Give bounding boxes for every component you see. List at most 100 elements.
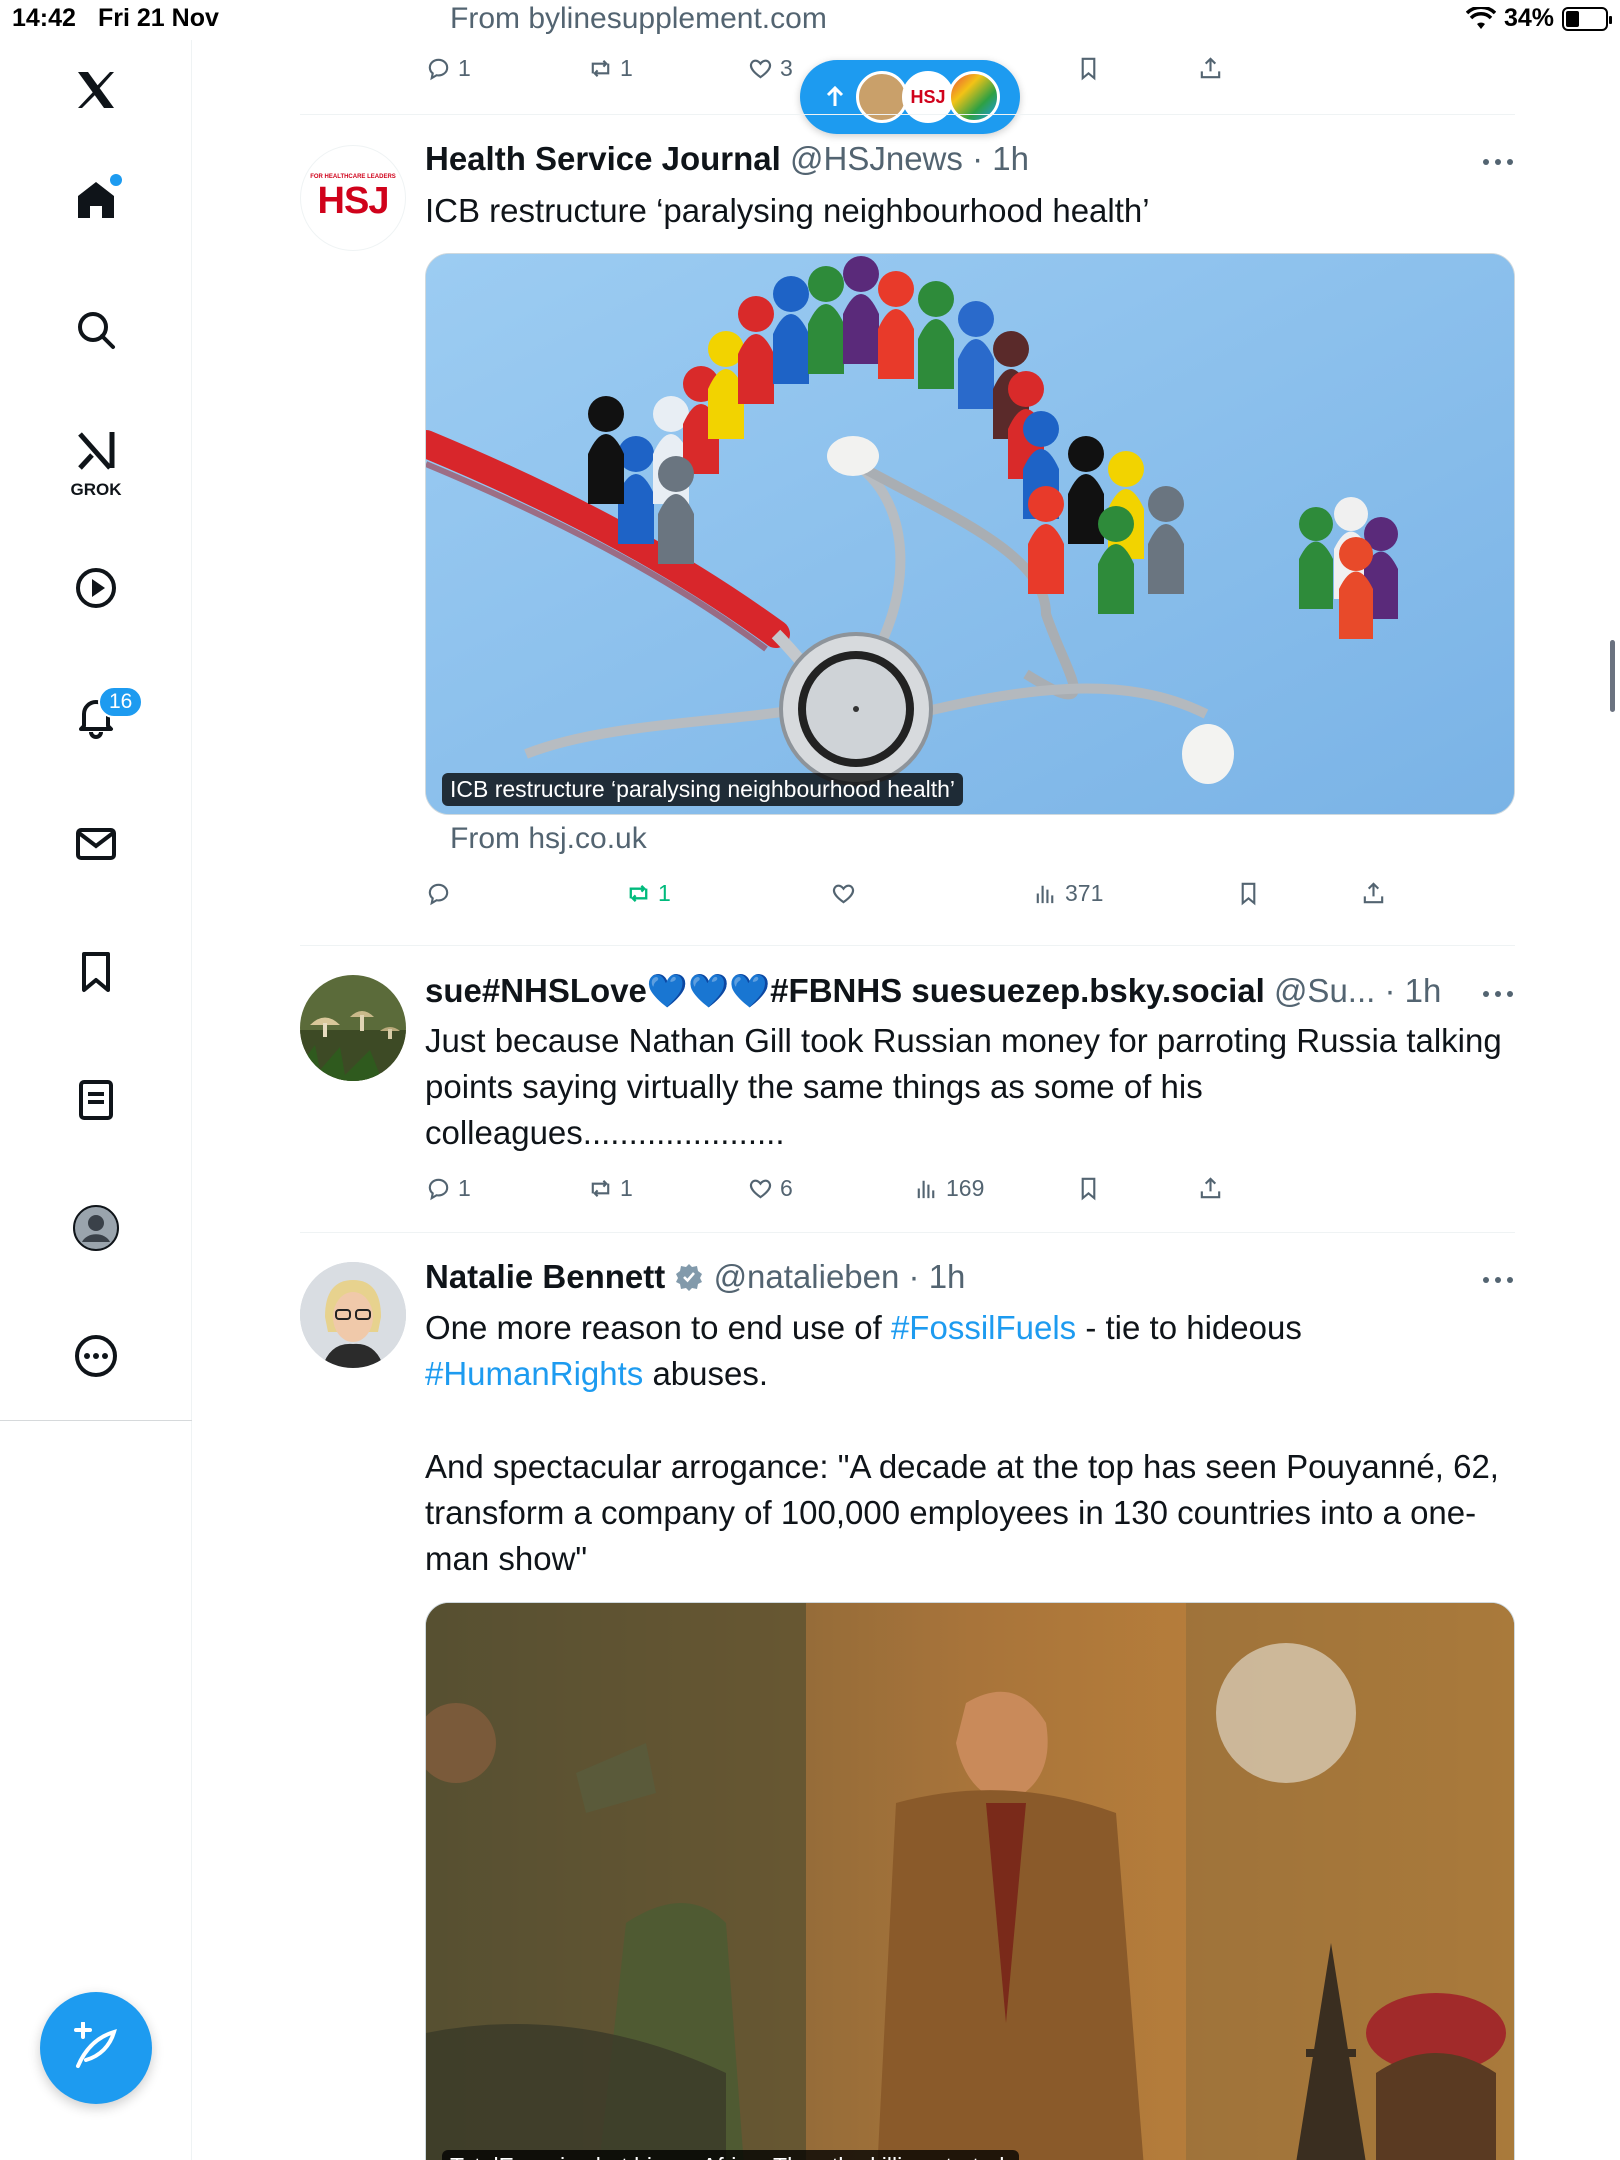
analytics-icon xyxy=(1036,885,1054,904)
sidebar-divider xyxy=(0,1420,192,1421)
home-icon[interactable] xyxy=(56,160,136,240)
tweet-actions: 1 371 xyxy=(425,880,1384,920)
avatar-logo-text: HSJ xyxy=(317,179,390,222)
reply-count: 1 xyxy=(458,1175,471,1201)
author-name[interactable]: sue#NHSLove💙💙💙#FBNHS suesuezep.bsky.soci… xyxy=(425,972,1265,1009)
reply-count: 1 xyxy=(458,55,471,81)
share-button[interactable] xyxy=(1197,55,1224,82)
repost-button-active[interactable]: 1 xyxy=(625,880,671,907)
media-caption: ICB restructure ‘paralysing neighbourhoo… xyxy=(442,773,964,806)
compose-feather-icon xyxy=(74,2022,117,2068)
reply-icon xyxy=(428,58,449,81)
bookmark-icon xyxy=(1241,882,1256,906)
hashtag-link[interactable]: #FossilFuels xyxy=(891,1309,1076,1346)
hashtag-link[interactable]: #HumanRights xyxy=(425,1355,643,1392)
tweet-actions: 1 1 6 169 xyxy=(425,1175,1245,1215)
search-icon[interactable] xyxy=(56,290,136,370)
wifi-icon xyxy=(1465,6,1496,29)
tweet-divider xyxy=(300,1232,1515,1233)
compose-post-button[interactable] xyxy=(40,1992,152,2104)
heart-icon xyxy=(749,59,772,79)
notifications-bell-icon[interactable]: 16 xyxy=(56,676,144,756)
reply-icon xyxy=(428,883,449,906)
media-caption: TotalEnergies bet big on Africa. Then th… xyxy=(442,2150,1019,2160)
view-count: 169 xyxy=(946,1175,985,1201)
pill-avatar-hsj: HSJ xyxy=(902,71,954,123)
tweet-text: One more reason to end use of #FossilFue… xyxy=(425,1305,1515,1397)
notifications-badge: 16 xyxy=(98,686,144,718)
tweet-time[interactable]: · 1h xyxy=(909,1258,966,1295)
x-logo-icon[interactable] xyxy=(56,50,136,130)
tweet-time[interactable]: · 1h xyxy=(1384,972,1441,1009)
bookmarks-icon[interactable] xyxy=(56,932,136,1012)
tweet-header: Natalie Bennett @natalieben · 1h xyxy=(425,1258,965,1296)
reply-icon xyxy=(428,1178,449,1201)
more-dots-icon[interactable] xyxy=(1480,152,1516,172)
heart-icon xyxy=(832,884,855,904)
battery-percent: 34% xyxy=(1503,4,1554,32)
analytics-icon xyxy=(917,1180,935,1199)
link-source-bylines[interactable]: From bylinesupplement.com xyxy=(450,2,827,36)
like-count: 6 xyxy=(780,1175,793,1201)
like-count: 3 xyxy=(780,55,793,81)
tweet-divider xyxy=(300,114,1515,115)
bookmark-button[interactable] xyxy=(1075,1175,1102,1202)
verified-badge-icon xyxy=(676,1264,703,1291)
grok-icon[interactable]: GROK xyxy=(56,420,136,500)
new-posts-pill[interactable]: HSJ xyxy=(800,60,1020,134)
like-button[interactable]: 3 xyxy=(747,55,793,82)
repost-count: 1 xyxy=(658,880,671,906)
more-options-icon[interactable] xyxy=(56,1316,136,1396)
text-segment: - tie to hideous xyxy=(1076,1309,1302,1346)
author-handle[interactable]: @natalieben xyxy=(714,1258,900,1295)
more-dots-icon[interactable] xyxy=(1480,1270,1516,1290)
home-unread-dot xyxy=(110,174,122,186)
grok-label: GROK xyxy=(70,480,122,499)
reply-button[interactable]: 1 xyxy=(425,55,471,82)
messages-mail-icon[interactable] xyxy=(56,804,136,884)
lists-icon[interactable] xyxy=(56,1060,136,1140)
tweet-text: Just because Nathan Gill took Russian mo… xyxy=(425,1022,1502,1151)
share-icon xyxy=(1200,57,1221,79)
like-button[interactable]: 6 xyxy=(747,1175,793,1202)
bookmark-button[interactable] xyxy=(1235,880,1262,907)
scrollbar[interactable] xyxy=(1610,640,1615,712)
views-button[interactable]: 371 xyxy=(1032,880,1103,907)
bookmark-button[interactable] xyxy=(1075,55,1102,82)
tweet-media-image[interactable]: ICB restructure ‘paralysing neighbourhoo… xyxy=(425,253,1515,815)
reply-button[interactable] xyxy=(425,880,458,907)
pill-avatar-1 xyxy=(856,71,908,123)
tweet-text-paragraph: And spectacular arrogance: "A decade at … xyxy=(425,1448,1499,1577)
sidebar: GROK 16 xyxy=(0,40,192,2160)
repost-button[interactable]: 1 xyxy=(587,55,633,82)
avatar-portrait-image xyxy=(300,1262,406,1368)
profile-avatar-icon[interactable] xyxy=(56,1188,136,1268)
bookmark-icon xyxy=(1081,57,1096,81)
author-handle[interactable]: @Su... xyxy=(1274,972,1375,1009)
share-button[interactable] xyxy=(1360,880,1387,907)
heart-icon xyxy=(749,1179,772,1199)
repost-button[interactable]: 1 xyxy=(587,1175,633,1202)
stethoscope-figures-image xyxy=(426,254,1514,814)
tweet-divider xyxy=(300,945,1515,946)
author-handle[interactable]: @HSJnews xyxy=(790,140,963,177)
tweet-time[interactable]: · 1h xyxy=(972,140,1029,177)
tweet-media-image[interactable]: TotalEnergies bet big on Africa. Then th… xyxy=(425,1602,1515,2160)
author-name[interactable]: Natalie Bennett xyxy=(425,1258,665,1295)
author-name[interactable]: Health Service Journal xyxy=(425,140,781,177)
link-source-hsj[interactable]: From hsj.co.uk xyxy=(450,822,647,856)
text-segment: One more reason to end use of xyxy=(425,1309,891,1346)
like-button[interactable] xyxy=(830,880,863,907)
share-button[interactable] xyxy=(1197,1175,1224,1202)
video-play-icon[interactable] xyxy=(56,548,136,628)
views-button[interactable]: 169 xyxy=(913,1175,984,1202)
avatar-sue[interactable] xyxy=(300,975,406,1081)
more-dots-icon[interactable] xyxy=(1480,984,1516,1004)
avatar-natalie[interactable] xyxy=(300,1262,406,1368)
repost-icon xyxy=(591,60,610,77)
tweet-header: Health Service Journal @HSJnews · 1h xyxy=(425,140,1029,178)
text-segment: abuses. xyxy=(643,1355,769,1392)
reply-button[interactable]: 1 xyxy=(425,1175,471,1202)
avatar-hsj[interactable]: FOR HEALTHCARE LEADERS HSJ xyxy=(300,145,406,251)
repost-count: 1 xyxy=(620,55,633,81)
